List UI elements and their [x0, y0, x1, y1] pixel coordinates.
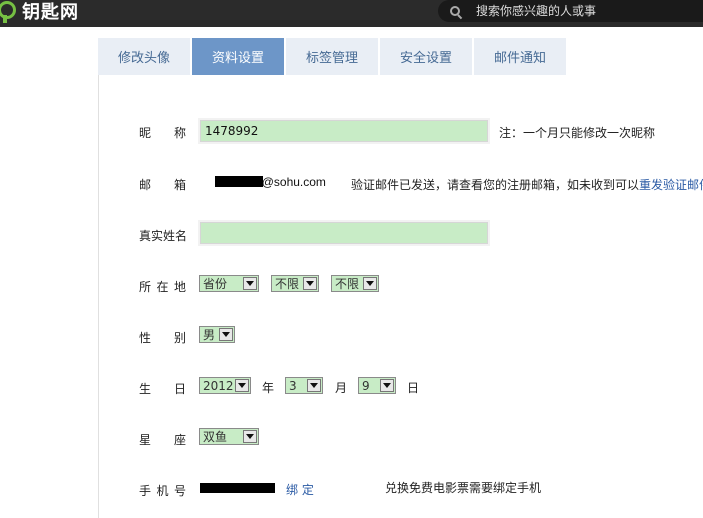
chevron-down-icon[interactable]	[243, 277, 257, 290]
birth-year-select[interactable]: 2012	[199, 377, 251, 394]
label-char: 座	[173, 433, 186, 447]
constellation-select[interactable]: 双鱼	[199, 428, 259, 445]
site-logo[interactable]: 钥匙网	[0, 0, 79, 23]
month-unit: 月	[335, 381, 348, 395]
day-value: 9	[362, 378, 370, 393]
chevron-down-icon[interactable]	[363, 277, 377, 290]
tab-email-notify[interactable]: 邮件通知	[474, 38, 566, 75]
district-select[interactable]: 不限	[331, 275, 379, 292]
label-char: 星	[139, 433, 152, 447]
bind-phone-link[interactable]: 绑 定	[286, 481, 314, 498]
tab-security[interactable]: 安全设置	[380, 38, 472, 75]
chevron-down-icon[interactable]	[219, 328, 233, 341]
nickname-label: 昵 称	[139, 124, 189, 141]
label-char: 机	[156, 484, 169, 498]
province-value: 省份	[203, 277, 228, 291]
label-char: 在	[156, 280, 169, 294]
label-char: 称	[173, 126, 186, 140]
label-char: 性	[139, 331, 152, 345]
chevron-down-icon[interactable]	[235, 379, 249, 392]
label-char: 日	[173, 382, 186, 396]
birth-month-select[interactable]: 3	[285, 377, 323, 394]
email-redaction	[215, 176, 263, 187]
gender-select[interactable]: 男	[199, 326, 235, 343]
search-input[interactable]	[474, 3, 698, 19]
search-box	[438, 0, 703, 22]
year-unit: 年	[262, 381, 275, 395]
search-icon[interactable]	[450, 6, 463, 20]
label-char: 号	[173, 484, 186, 498]
top-bar: 钥匙网	[0, 0, 703, 27]
phone-label: 手 机 号	[139, 482, 189, 499]
tab-profile[interactable]: 资料设置	[192, 38, 284, 75]
label-char: 箱	[173, 178, 186, 192]
tab-tags[interactable]: 标签管理	[286, 38, 378, 75]
province-select[interactable]: 省份	[199, 275, 259, 292]
settings-tabs: 修改头像 资料设置 标签管理 安全设置 邮件通知	[98, 38, 568, 75]
city-select[interactable]: 不限	[271, 275, 319, 292]
label-char: 生	[139, 382, 152, 396]
day-unit: 日	[407, 381, 420, 395]
nickname-note: 注：一个月只能修改一次昵称	[499, 126, 656, 140]
chevron-down-icon[interactable]	[303, 277, 317, 290]
chevron-down-icon[interactable]	[243, 430, 257, 443]
location-label: 所 在 地	[139, 278, 189, 295]
year-value: 2012	[203, 378, 234, 393]
realname-input[interactable]	[200, 222, 488, 244]
label-char: 昵	[139, 126, 152, 140]
label-char: 邮	[139, 178, 152, 192]
gender-label: 性 别	[139, 329, 189, 346]
email-label: 邮 箱	[139, 176, 189, 193]
verify-text: 验证邮件已发送，请查看您的注册邮箱，如未收到可以	[351, 178, 640, 192]
label-char: 真实姓名	[139, 229, 188, 243]
label-char: 手	[139, 484, 152, 498]
resend-verify-link[interactable]: 重发验证邮件	[639, 178, 703, 192]
key-logo-icon	[0, 0, 16, 23]
birthday-label: 生 日	[139, 380, 189, 397]
gender-value: 男	[203, 328, 216, 342]
phone-note: 兑换免费电影票需要绑定手机	[385, 481, 542, 495]
chevron-down-icon[interactable]	[380, 379, 394, 392]
realname-label: 真实姓名	[139, 227, 189, 244]
constellation-value: 双鱼	[203, 430, 228, 444]
nickname-input[interactable]	[200, 120, 488, 142]
month-value: 3	[289, 378, 297, 393]
label-char: 别	[173, 331, 186, 345]
label-char: 地	[173, 280, 186, 294]
chevron-down-icon[interactable]	[307, 379, 321, 392]
constellation-label: 星 座	[139, 431, 189, 448]
district-value: 不限	[335, 277, 360, 291]
city-value: 不限	[275, 277, 300, 291]
email-domain: @sohu.com	[261, 175, 326, 189]
phone-redaction	[200, 483, 275, 493]
email-verify-note: 验证邮件已发送，请查看您的注册邮箱，如未收到可以重发验证邮件	[351, 176, 703, 193]
logo-text: 钥匙网	[22, 2, 79, 23]
label-char: 所	[139, 280, 152, 294]
birth-day-select[interactable]: 9	[358, 377, 396, 394]
tab-avatar[interactable]: 修改头像	[98, 38, 190, 75]
